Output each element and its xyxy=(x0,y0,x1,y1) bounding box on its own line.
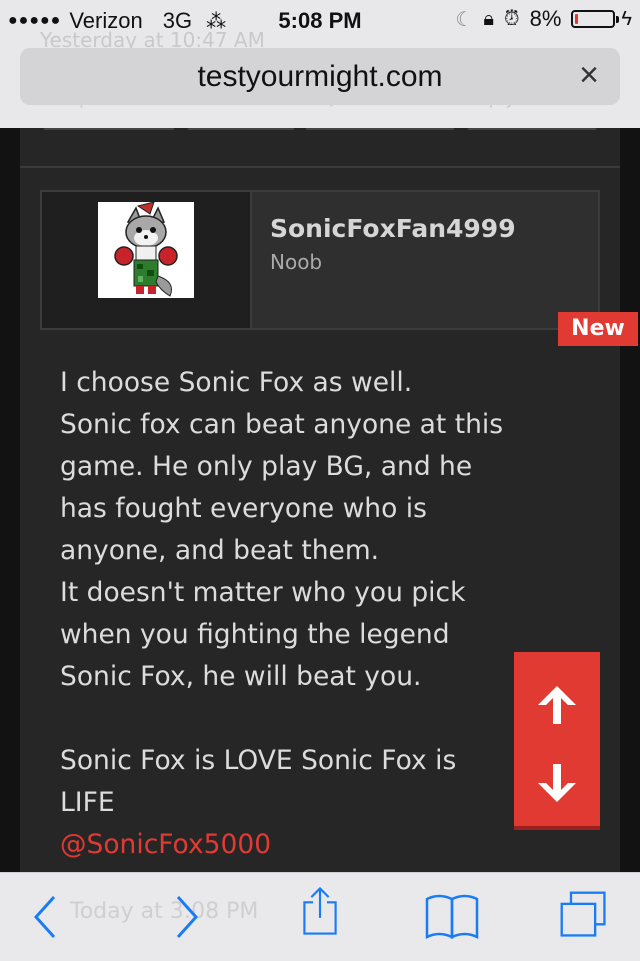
post-author-box: SonicFoxFan4999 Noob xyxy=(40,190,600,330)
new-badge: New xyxy=(558,312,638,346)
page-gutter-right xyxy=(620,128,640,872)
post-line: Sonic Fox is LOVE Sonic Fox is xyxy=(60,745,457,776)
url-text[interactable]: testyourmight.com xyxy=(20,60,620,94)
post-line: anyone, and beat them. xyxy=(60,535,380,566)
author-username[interactable]: SonicFoxFan4999 xyxy=(270,214,516,243)
post-action-buttons-edge xyxy=(28,128,612,134)
bookmarks-icon[interactable] xyxy=(424,891,480,943)
back-icon[interactable] xyxy=(28,891,62,943)
user-mention-link[interactable]: @SonicFox5000 xyxy=(60,824,520,866)
arrow-down-icon xyxy=(538,764,576,802)
alarm-icon: ⏰︎ xyxy=(504,7,520,30)
scroll-controls xyxy=(514,652,600,830)
post-line: game. He only play BG, and he xyxy=(60,451,473,482)
address-bar[interactable]: testyourmight.com × xyxy=(20,48,620,105)
post-line: I choose Sonic Fox as well. xyxy=(60,367,413,398)
avatar[interactable] xyxy=(98,201,194,298)
arrow-up-icon xyxy=(538,686,576,724)
post-line: has fought everyone who is xyxy=(60,493,427,524)
rotation-lock-icon: 🔒︎ xyxy=(483,7,494,30)
browser-toolbar: Today at 3:08 PM xyxy=(0,872,640,961)
post-line: Sonic Fox, he will beat you. xyxy=(60,661,422,692)
forward-icon[interactable] xyxy=(170,891,204,943)
close-icon[interactable]: × xyxy=(572,58,606,92)
share-icon[interactable] xyxy=(298,885,342,937)
post-body: I choose Sonic Fox as well. Sonic fox ca… xyxy=(60,362,520,866)
scroll-up-button[interactable] xyxy=(514,682,600,732)
charging-bolt-icon: ϟ xyxy=(621,7,632,30)
post-line: when you fighting the legend xyxy=(60,619,450,650)
scroll-down-button[interactable] xyxy=(514,760,600,810)
page-gutter-left xyxy=(0,128,20,872)
post-line: Sonic fox can beat anyone at this xyxy=(60,409,504,440)
battery-level xyxy=(575,14,579,24)
browser-chrome: Yesterday at 10:47 AM Topic Like Quote R… xyxy=(0,28,640,128)
battery-percent: 8% xyxy=(529,6,562,31)
tabs-icon[interactable] xyxy=(556,889,612,941)
post-divider xyxy=(20,166,620,168)
ghost-post-time: Today at 3:08 PM xyxy=(70,899,259,924)
avatar-column xyxy=(42,192,252,328)
moon-icon: ☾ xyxy=(455,8,474,31)
battery-icon xyxy=(571,10,620,28)
post-line: LIFE xyxy=(60,787,115,818)
post-line: It doesn't matter who you pick xyxy=(60,577,466,608)
author-title: Noob xyxy=(270,250,323,274)
fox-character-avatar-icon xyxy=(98,201,194,298)
